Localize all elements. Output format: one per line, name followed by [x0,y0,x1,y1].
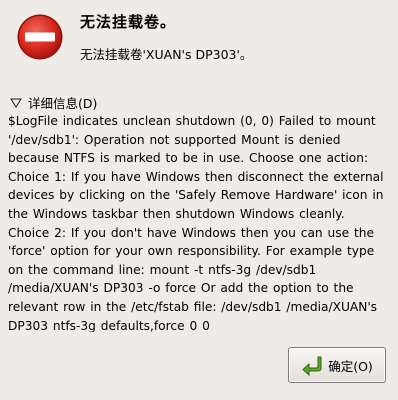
details-text: $LogFile indicates unclean shutdown (0, … [8,114,384,332]
details-expander[interactable]: 详细信息(D) [10,93,97,112]
ok-button[interactable]: 确定(O) [288,347,386,383]
error-dialog: 无法挂载卷。 无法挂载卷'XUAN's DP303'。 详细信息(D) $Log… [0,0,398,400]
ok-button-label: 确定(O) [328,358,373,374]
details-expander-label: 详细信息(D) [28,96,98,111]
green-enter-arrow-icon [302,356,322,376]
dialog-title: 无法挂载卷。 [80,13,177,31]
dialog-subtitle: 无法挂载卷'XUAN's DP303'。 [80,47,253,62]
stop-error-icon [17,14,63,60]
triangle-down-icon [10,98,22,108]
